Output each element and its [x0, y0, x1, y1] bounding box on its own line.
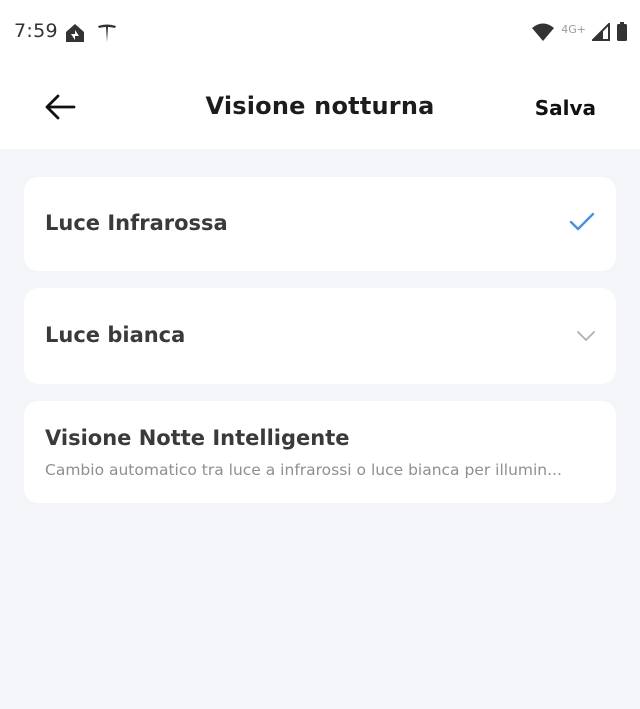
option-description: Cambio automatico tra luce a infrarossi …: [45, 461, 562, 479]
option-smart-night-vision[interactable]: Visione Notte Intelligente Cambio automa…: [24, 401, 616, 503]
option-label: Luce bianca: [45, 323, 186, 347]
save-button[interactable]: Salva: [535, 96, 596, 120]
wifi-icon: [531, 22, 555, 46]
option-white-light[interactable]: Luce bianca: [24, 288, 616, 384]
checkmark-icon: [568, 211, 596, 237]
home-app-icon: [64, 22, 86, 48]
option-label: Visione Notte Intelligente: [45, 426, 350, 450]
header: Visione notturna Salva: [0, 68, 640, 149]
status-bar: 7:59 4G+: [0, 0, 640, 68]
tesla-icon: [96, 22, 118, 48]
option-label: Luce Infrarossa: [45, 211, 228, 235]
signal-icon: [590, 21, 610, 45]
status-time: 7:59: [14, 20, 58, 42]
battery-icon: [616, 22, 628, 46]
chevron-down-icon: [576, 328, 596, 347]
option-infrared-light[interactable]: Luce Infrarossa: [24, 177, 616, 271]
network-label: 4G+: [561, 22, 586, 36]
